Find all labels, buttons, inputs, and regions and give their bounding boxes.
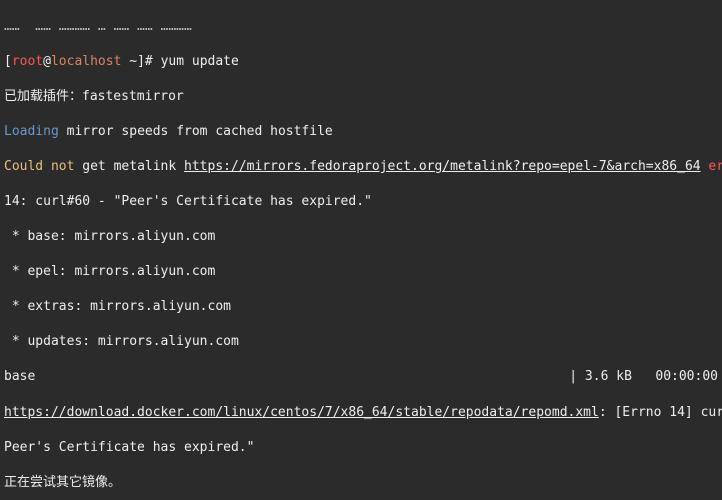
docker-rest: : [Errno 14] curl#60 [599,405,722,420]
prompt-line: [root@localhost ~]# yum update [4,53,718,71]
docker-line: https://download.docker.com/linux/centos… [4,404,718,422]
loading-line: Loading mirror speeds from cached hostfi… [4,123,718,141]
metalink-line: Could not get metalink https://mirrors.f… [4,158,718,176]
plugin-line: 已加载插件：fastestmirror [4,88,718,106]
base-row-right: | 3.6 kB 00:00:00 [569,368,718,386]
prompt-rest: ~]# [121,54,160,69]
terminal[interactable]: …… …… ………… … …… …… ………… [root@localhost … [0,0,722,500]
command: yum update [161,54,239,69]
prompt-host: localhost [51,54,121,69]
bracket-open: [ [4,54,12,69]
error-word: error [708,159,722,174]
base-row: base | 3.6 kB 00:00:00 [4,368,718,386]
could-not: Could not [4,159,74,174]
loading-word: Loading [4,124,59,139]
prompt-user: root [12,54,43,69]
cutoff-line: …… …… ………… … …… …… ………… [4,18,718,36]
peer-expired: Peer's Certificate has expired." [4,439,718,457]
repo-extras: * extras: mirrors.aliyun.com [4,298,718,316]
trying-mirrors: 正在尝试其它镜像。 [4,474,718,492]
docker-url: https://download.docker.com/linux/centos… [4,405,599,420]
loading-rest: mirror speeds from cached hostfile [59,124,333,139]
base-row-left: base [4,368,35,386]
metalink-url: https://mirrors.fedoraproject.org/metali… [184,159,701,174]
metalink-mid: get metalink [74,159,184,174]
repo-updates: * updates: mirrors.aliyun.com [4,333,718,351]
curl-line: 14: curl#60 - "Peer's Certificate has ex… [4,193,718,211]
repo-epel: * epel: mirrors.aliyun.com [4,263,718,281]
repo-base: * base: mirrors.aliyun.com [4,228,718,246]
prompt-at: @ [43,54,51,69]
